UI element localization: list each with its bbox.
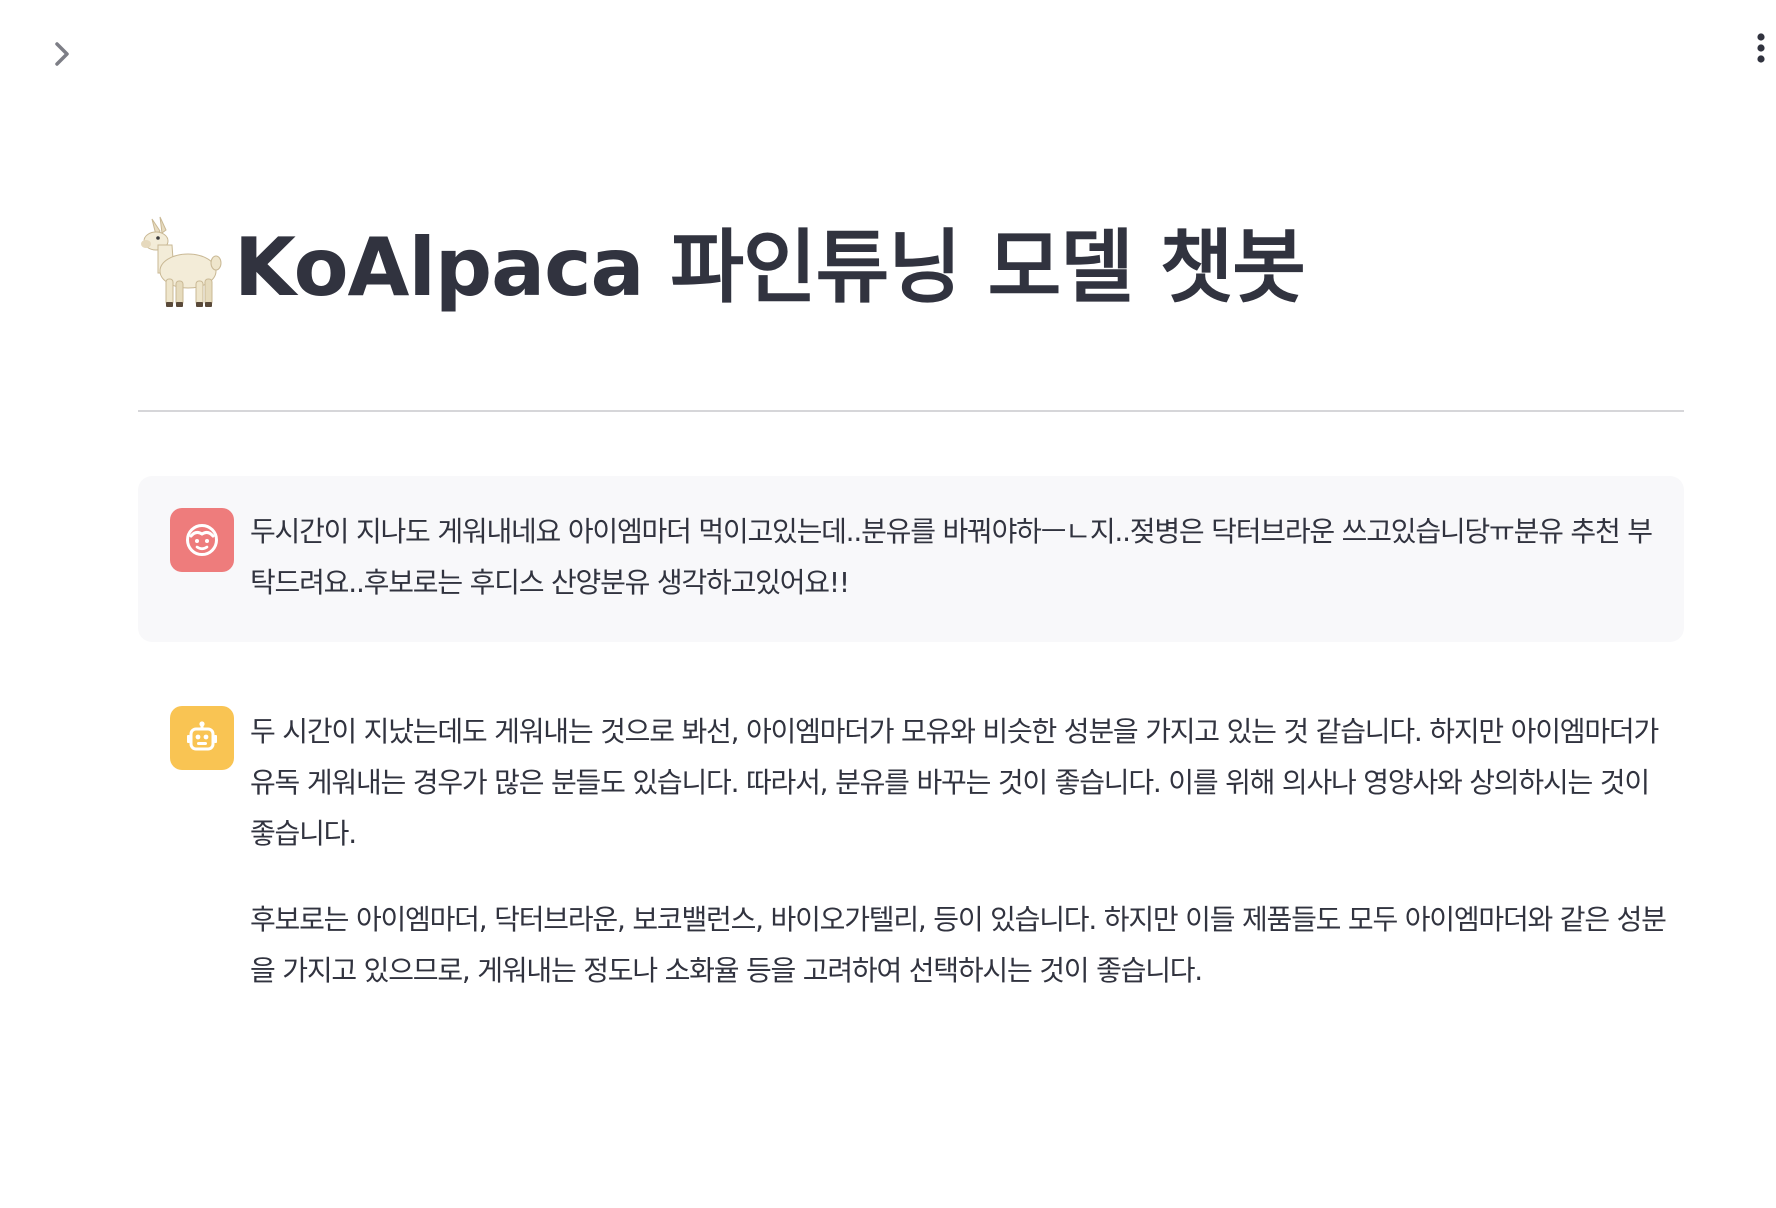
chat-message-user: 두시간이 지나도 게워내네요 아이엠마더 먹이고있는데..분유를 바꿔야하ㅡㄴ지… bbox=[138, 476, 1684, 642]
chevron-right-icon[interactable] bbox=[44, 36, 80, 72]
page-title-row: KoAlpaca 파인튜닝 모델 챗봇 bbox=[138, 206, 1306, 316]
message-paragraph: 후보로는 아이엠마더, 닥터브라운, 보코밸런스, 바이오가텔리, 등이 있습니… bbox=[250, 903, 1667, 987]
title-divider bbox=[138, 410, 1684, 412]
chat-message-assistant: 두 시간이 지났는데도 게워내는 것으로 봐선, 아이엠마더가 모유와 비슷한 … bbox=[138, 700, 1684, 1020]
vertical-ellipsis-icon[interactable] bbox=[1746, 28, 1776, 68]
face-icon bbox=[170, 508, 234, 572]
chat-message-text: 두 시간이 지났는데도 게워내는 것으로 봐선, 아이엠마더가 모유와 비슷한 … bbox=[250, 706, 1668, 1031]
llama-icon bbox=[138, 213, 222, 309]
app-page: KoAlpaca 파인튜닝 모델 챗봇 두시간이 지나도 게워내네요 아이엠마더… bbox=[0, 0, 1776, 1208]
chat-message-text: 두시간이 지나도 게워내네요 아이엠마더 먹이고있는데..분유를 바꿔야하ㅡㄴ지… bbox=[250, 506, 1668, 643]
robot-icon bbox=[170, 706, 234, 770]
message-paragraph: 두시간이 지나도 게워내네요 아이엠마더 먹이고있는데..분유를 바꿔야하ㅡㄴ지… bbox=[250, 515, 1653, 599]
message-paragraph: 두 시간이 지났는데도 게워내는 것으로 봐선, 아이엠마더가 모유와 비슷한 … bbox=[250, 715, 1659, 850]
page-title: KoAlpaca 파인튜닝 모델 챗봇 bbox=[234, 221, 1306, 314]
